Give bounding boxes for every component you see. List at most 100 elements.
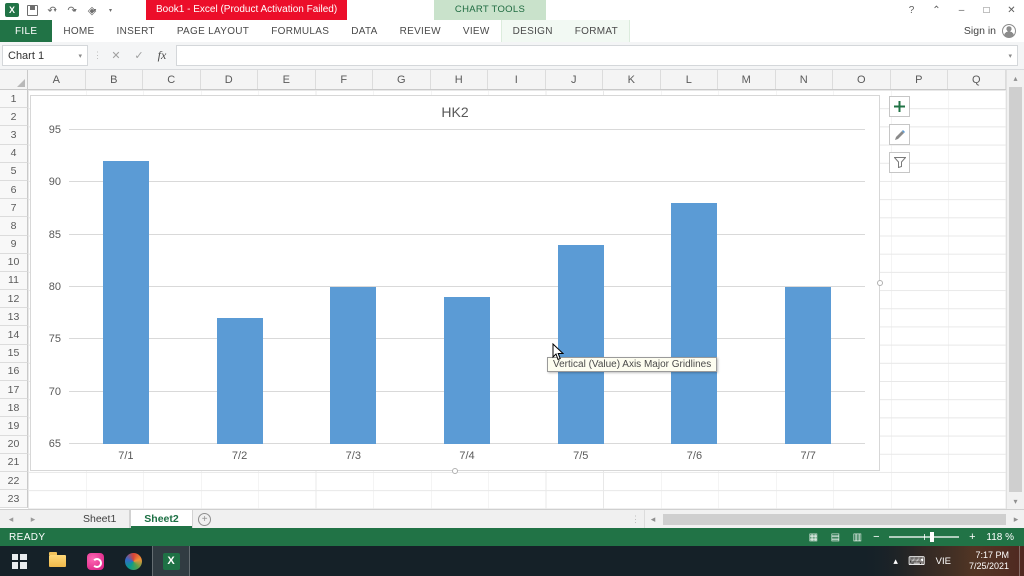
touch-mode-caret-icon[interactable]: ▾ [93, 7, 96, 14]
column-header-N[interactable]: N [776, 70, 833, 89]
column-header-M[interactable]: M [718, 70, 776, 89]
scroll-down-icon[interactable]: ▾ [1007, 493, 1024, 509]
column-header-K[interactable]: K [603, 70, 661, 89]
zoom-out-icon[interactable]: − [868, 531, 884, 543]
scroll-up-icon[interactable]: ▴ [1007, 70, 1024, 86]
column-header-P[interactable]: P [891, 70, 948, 89]
enter-formula-icon[interactable]: ✓ [130, 49, 148, 62]
row-header-8[interactable]: 8 [0, 217, 28, 236]
tab-format[interactable]: FORMAT [564, 20, 629, 42]
insert-function-icon[interactable]: fx [153, 48, 171, 63]
chart-filters-button[interactable] [889, 152, 910, 173]
row-header-11[interactable]: 11 [0, 271, 28, 291]
tab-review[interactable]: REVIEW [389, 20, 452, 42]
row-header-4[interactable]: 4 [0, 144, 28, 163]
row-header-9[interactable]: 9 [0, 235, 28, 254]
column-header-E[interactable]: E [258, 70, 316, 89]
column-header-F[interactable]: F [316, 70, 373, 89]
row-header-15[interactable]: 15 [0, 344, 28, 363]
row-header-21[interactable]: 21 [0, 453, 28, 472]
save-icon[interactable] [22, 0, 42, 20]
start-button[interactable] [0, 546, 38, 576]
row-header-7[interactable]: 7 [0, 199, 28, 218]
maximize-button[interactable]: □ [974, 0, 999, 20]
formula-expand-caret-icon[interactable]: ▾ [1003, 52, 1017, 60]
page-layout-view-icon[interactable]: ▤ [824, 528, 846, 546]
show-desktop-button[interactable] [1019, 546, 1024, 576]
zoom-in-icon[interactable]: + [964, 531, 980, 543]
chart-resize-handle-right[interactable] [877, 280, 883, 286]
scroll-right-icon[interactable]: ▸ [1008, 514, 1024, 525]
bar-7/4[interactable] [444, 297, 491, 444]
column-header-B[interactable]: B [86, 70, 143, 89]
row-header-16[interactable]: 16 [0, 362, 28, 381]
column-header-G[interactable]: G [373, 70, 431, 89]
column-header-A[interactable]: A [28, 70, 86, 89]
select-all-corner[interactable] [0, 70, 28, 89]
tab-home[interactable]: HOME [52, 20, 105, 42]
chart-title[interactable]: HK2 [31, 104, 879, 120]
excel-taskbar-button[interactable]: X [152, 546, 190, 576]
sheet-tab-sheet2[interactable]: Sheet2 [130, 510, 193, 528]
column-header-O[interactable]: O [833, 70, 891, 89]
bar-7/2[interactable] [216, 318, 263, 444]
row-header-2[interactable]: 2 [0, 108, 28, 127]
row-header-19[interactable]: 19 [0, 417, 28, 436]
bar-7/6[interactable] [671, 203, 718, 444]
row-header-20[interactable]: 20 [0, 435, 28, 454]
file-explorer-button[interactable] [38, 546, 76, 576]
undo-caret-icon[interactable]: ▾ [54, 7, 57, 14]
column-header-H[interactable]: H [431, 70, 488, 89]
formula-input[interactable] [177, 46, 1004, 65]
row-header-13[interactable]: 13 [0, 308, 28, 327]
row-header-10[interactable]: 10 [0, 253, 28, 272]
redo-caret-icon[interactable]: ▾ [74, 7, 77, 14]
hidden-icons-chevron-icon[interactable]: ▴ [886, 556, 906, 567]
tab-data[interactable]: DATA [340, 20, 388, 42]
taskbar-app-colorful-button[interactable] [114, 546, 152, 576]
chart-styles-button[interactable] [889, 124, 910, 145]
column-header-Q[interactable]: Q [948, 70, 1006, 89]
clock[interactable]: 7:17 PM 7/25/2021 [959, 550, 1019, 572]
chart-plot[interactable] [69, 129, 865, 444]
tab-scroll-separator[interactable]: ⋮ [627, 510, 644, 528]
tab-file[interactable]: FILE [0, 20, 53, 42]
name-box-caret-icon[interactable]: ▾ [78, 52, 82, 60]
row-header-6[interactable]: 6 [0, 180, 28, 200]
column-header-D[interactable]: D [201, 70, 258, 89]
row-header-23[interactable]: 23 [0, 490, 28, 509]
vertical-scrollbar[interactable]: ▴ ▾ [1006, 70, 1024, 509]
help-button[interactable]: ? [899, 0, 924, 20]
minimize-button[interactable]: – [949, 0, 974, 20]
row-header-3[interactable]: 3 [0, 126, 28, 145]
touch-mode-icon[interactable]: ◈ ▾ [82, 0, 102, 20]
chart-elements-button[interactable] [889, 96, 910, 117]
new-sheet-button[interactable]: + [193, 510, 217, 528]
close-button[interactable]: ✕ [999, 0, 1024, 20]
column-header-L[interactable]: L [661, 70, 718, 89]
bar-7/7[interactable] [785, 287, 832, 444]
row-header-5[interactable]: 5 [0, 162, 28, 181]
tab-view[interactable]: VIEW [452, 20, 501, 42]
row-header-14[interactable]: 14 [0, 326, 28, 345]
column-header-C[interactable]: C [143, 70, 201, 89]
sheet-nav-right-icon[interactable]: ▸ [22, 510, 44, 528]
row-header-18[interactable]: 18 [0, 399, 28, 418]
taskbar-app-pink-button[interactable] [76, 546, 114, 576]
bar-7/1[interactable] [102, 161, 149, 444]
tab-design[interactable]: DESIGN [502, 20, 564, 42]
undo-icon[interactable]: ↶ ▾ [42, 0, 62, 20]
cancel-formula-icon[interactable]: ✕ [107, 49, 125, 62]
zoom-slider-thumb[interactable] [929, 532, 934, 542]
normal-view-icon[interactable]: ▦ [802, 528, 824, 546]
tab-formulas[interactable]: FORMULAS [260, 20, 340, 42]
horizontal-scroll-thumb[interactable] [663, 513, 1006, 525]
zoom-level[interactable]: 118 % [980, 532, 1024, 543]
zoom-slider[interactable] [889, 532, 960, 542]
sheet-nav-left-icon[interactable]: ◂ [0, 510, 22, 528]
sheet-tab-sheet1[interactable]: Sheet1 [70, 510, 131, 528]
page-break-view-icon[interactable]: ▥ [846, 528, 868, 546]
tab-insert[interactable]: INSERT [106, 20, 166, 42]
row-header-1[interactable]: 1 [0, 90, 28, 109]
column-header-J[interactable]: J [546, 70, 603, 89]
